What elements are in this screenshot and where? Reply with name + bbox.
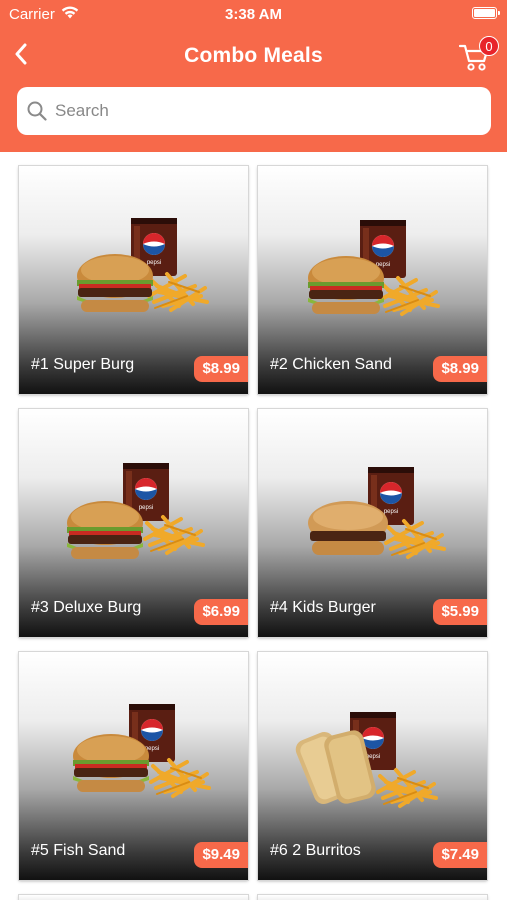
product-card-partial[interactable] [258, 895, 487, 900]
product-price: $5.99 [433, 599, 487, 625]
product-card[interactable]: #3 Deluxe Burg $6.99 [19, 409, 248, 637]
product-name: #2 Chicken Sand [270, 356, 392, 373]
product-card[interactable]: #1 Super Burg $8.99 [19, 166, 248, 394]
search-icon [27, 101, 47, 121]
nav-bar: Combo Meals 0 [0, 32, 507, 80]
search-bar[interactable] [17, 87, 491, 135]
product-name: #1 Super Burg [31, 356, 135, 373]
status-time: 3:38 AM [225, 6, 282, 23]
cart-count-badge: 0 [479, 36, 499, 56]
product-price: $6.99 [194, 599, 248, 625]
product-name: #3 Deluxe Burg [31, 599, 142, 616]
product-card-partial[interactable] [19, 895, 248, 900]
product-name: #4 Kids Burger [270, 599, 376, 616]
product-card[interactable]: #2 Chicken Sand $8.99 [258, 166, 487, 394]
product-card[interactable]: #6 2 Burritos $7.49 [258, 652, 487, 880]
status-bar: Carrier 3:38 AM [0, 0, 507, 28]
product-name: #5 Fish Sand [31, 842, 126, 859]
battery-icon [472, 7, 500, 19]
product-price: $9.49 [194, 842, 248, 868]
cart-button[interactable]: 0 [459, 36, 499, 72]
product-price: $7.49 [433, 842, 487, 868]
product-price: $8.99 [433, 356, 487, 382]
header: Carrier 3:38 AM Combo Meals 0 Search [0, 0, 507, 152]
product-card[interactable]: #4 Kids Burger $5.99 [258, 409, 487, 637]
product-name: #6 2 Burritos [270, 842, 361, 859]
product-card[interactable]: #5 Fish Sand $9.49 [19, 652, 248, 880]
search-input[interactable] [55, 101, 455, 121]
page-title: Combo Meals [184, 44, 323, 67]
product-price: $8.99 [194, 356, 248, 382]
